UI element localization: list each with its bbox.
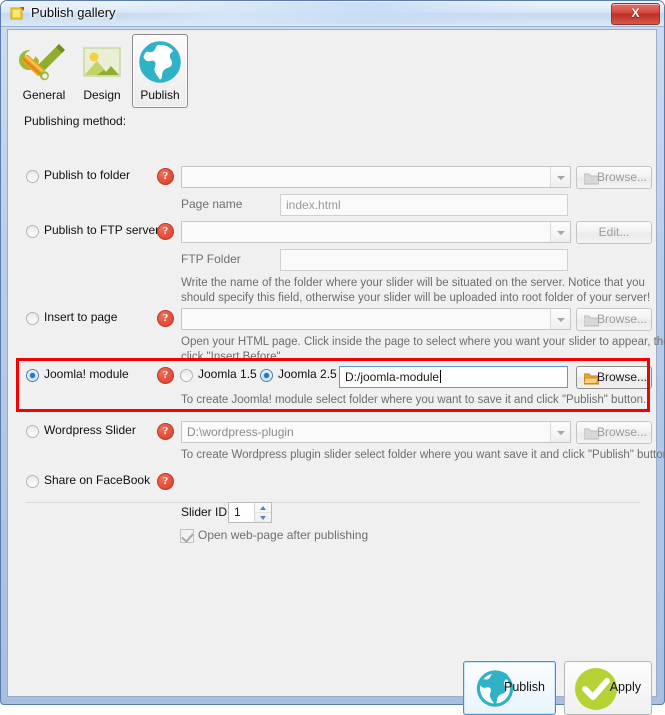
radio-publish-to-ftp[interactable] [26,225,39,238]
edit-button-label: Edit... [598,225,630,239]
ftp-hint-line2: should specify this field, otherwise you… [181,292,651,304]
browse-button-wordpress[interactable]: Browse... [576,421,652,444]
open-webpage-checkbox[interactable] [180,529,194,543]
close-icon: X [631,6,640,20]
stepper-buttons[interactable] [254,503,271,522]
browse-button-label: Browse... [596,425,647,439]
close-button[interactable]: X [611,3,660,25]
radio-publish-to-folder[interactable] [26,170,39,183]
insert-to-page-label: Insert to page [44,310,118,324]
tab-design-label: Design [83,88,121,102]
wordpress-path-combo[interactable]: D:\wordpress-plugin [181,421,571,443]
window-title: Publish gallery [31,5,116,20]
browse-button-label: Browse... [596,370,647,384]
browse-button-label: Browse... [596,170,647,184]
joomla-path-value: D:/joomla-module [345,370,440,384]
slider-id-stepper[interactable]: 1 [228,502,272,523]
gallery-icon [10,6,25,21]
joomla-module-label: Joomla! module [44,367,129,381]
help-icon-publish-to-ftp[interactable] [157,223,174,240]
globe-icon [135,40,185,87]
wordpress-hint: To create Wordpress plugin slider select… [181,449,665,461]
radio-joomla-module[interactable] [26,369,39,382]
help-icon-publish-to-folder[interactable] [157,168,174,185]
stepper-up-icon[interactable] [255,503,271,513]
insert-to-page-hint-line2: click "Insert Before". [181,351,284,363]
insert-to-page-hint-line1: Open your HTML page. Click inside the pa… [181,336,665,348]
joomla-15-label: Joomla 1.5 [198,367,257,381]
tab-publish-label: Publish [140,88,180,102]
help-icon-share-on-facebook[interactable] [157,473,174,490]
page-name-input[interactable]: index.html [280,194,568,216]
chevron-down-icon[interactable] [550,309,570,329]
help-icon-wordpress-slider[interactable] [157,423,174,440]
ftp-hint-line1: Write the name of the folder where your … [181,277,645,289]
dialog-client-area: General Design Publish Publishing method… [7,29,665,715]
tab-publish[interactable]: Publish [132,34,188,108]
publish-to-folder-path-combo[interactable] [181,166,571,188]
radio-joomla-25[interactable] [260,369,273,382]
ftp-server-combo[interactable] [181,221,571,243]
publish-gallery-window: Publish gallery X General Design Publish… [0,0,665,715]
chevron-down-icon[interactable] [550,222,570,242]
publish-to-ftp-label: Publish to FTP server [44,223,160,237]
wrench-screwdriver-icon [19,40,69,87]
tab-strip: General Design Publish [16,34,646,110]
open-webpage-label: Open web-page after publishing [198,528,369,542]
radio-share-on-facebook[interactable] [26,475,39,488]
page-name-label: Page name [181,197,243,211]
tab-general[interactable]: General [16,34,72,108]
browse-button-joomla[interactable]: Browse... [576,366,652,389]
chevron-down-icon[interactable] [550,167,570,187]
joomla-hint: To create Joomla! module select folder w… [181,394,647,406]
joomla-25-label: Joomla 2.5 [278,367,337,381]
text-caret [440,370,442,383]
radio-insert-to-page[interactable] [26,312,39,325]
radio-wordpress-slider[interactable] [26,425,39,438]
picture-icon [77,40,127,87]
browse-button-label: Browse... [596,312,647,326]
apply-button-label: Apply [609,680,641,694]
publish-button[interactable]: Publish [463,661,556,715]
browse-button-publish-to-folder[interactable]: Browse... [576,166,652,189]
publish-to-folder-label: Publish to folder [44,168,131,182]
page-name-value: index.html [286,198,341,212]
ftp-folder-label: FTP Folder [181,252,241,266]
ftp-folder-input[interactable] [280,249,568,271]
publishing-method-label: Publishing method: [24,114,127,128]
title-bar: Publish gallery X [1,1,664,27]
radio-joomla-15[interactable] [180,369,193,382]
share-on-facebook-label: Share on FaceBook [44,473,151,487]
publish-button-label: Publish [504,680,545,694]
edit-button-ftp[interactable]: Edit... [576,221,652,244]
publish-options-panel: Publishing method: Publish to folder Bro… [8,114,665,715]
stepper-down-icon[interactable] [255,513,271,522]
section-divider [26,502,640,503]
wordpress-path-value: D:\wordpress-plugin [187,425,294,439]
title-glow [121,2,541,24]
chevron-down-icon[interactable] [550,422,570,442]
tab-design[interactable]: Design [74,34,130,108]
insert-to-page-path-combo[interactable] [181,308,571,330]
apply-button[interactable]: Apply [564,661,652,715]
joomla-path-input[interactable]: D:/joomla-module [339,366,568,388]
tab-general-label: General [22,88,66,102]
help-icon-insert-to-page[interactable] [157,310,174,327]
wordpress-slider-label: Wordpress Slider [44,423,136,437]
browse-button-insert-to-page[interactable]: Browse... [576,308,652,331]
slider-id-label: Slider ID [181,505,228,519]
slider-id-value: 1 [234,505,241,519]
help-icon-joomla-module[interactable] [157,367,174,384]
